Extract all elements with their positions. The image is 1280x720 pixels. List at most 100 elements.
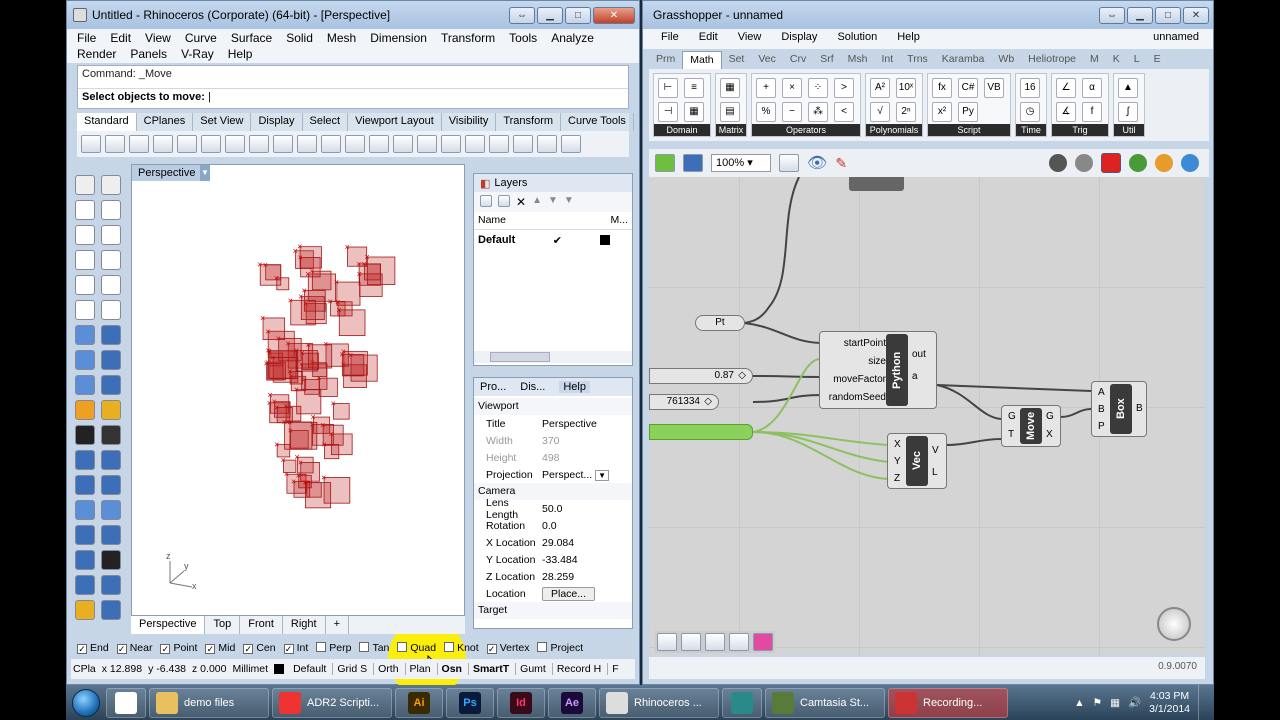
geometry-box[interactable]	[347, 246, 368, 267]
osnap-mid-checkbox[interactable]: ✓	[205, 644, 216, 654]
slider-grip-icon[interactable]: ◇	[738, 369, 746, 383]
menu-solid[interactable]: Solid	[286, 30, 313, 46]
add-icon[interactable]	[705, 633, 725, 651]
point-tool-icon[interactable]	[101, 175, 121, 195]
gh-group-label[interactable]: Trig	[1052, 124, 1108, 136]
box-tool-icon[interactable]	[75, 325, 95, 345]
menu-v-ray[interactable]: V-Ray	[181, 46, 214, 62]
gh-menu-view[interactable]: View	[738, 31, 762, 47]
gh-tab-m[interactable]: M	[1083, 51, 1106, 69]
gh-component-icon[interactable]: +	[756, 78, 776, 98]
osnap-int-checkbox[interactable]: ✓	[283, 644, 294, 654]
analyze-tool-icon[interactable]	[75, 575, 95, 595]
status-smartt[interactable]: SmartT	[467, 663, 509, 675]
gh-component-icon[interactable]: ⊣	[658, 102, 678, 122]
output-port-a[interactable]: a	[912, 366, 926, 388]
osnap-tan-checkbox[interactable]	[359, 642, 370, 652]
output-port-v[interactable]: V	[932, 440, 939, 462]
import-icon[interactable]	[177, 135, 197, 153]
gh-component-icon[interactable]: −	[782, 102, 802, 122]
gh-minimize-button[interactable]: ▁	[1127, 7, 1153, 24]
move-up-icon[interactable]: ▲	[532, 195, 542, 209]
clock[interactable]: 4:03 PM 3/1/2014	[1149, 690, 1190, 716]
input-port-size[interactable]: size	[824, 353, 886, 371]
gh-group-label[interactable]: Polynomials	[866, 124, 922, 136]
output-port-b[interactable]: B	[1136, 400, 1143, 417]
geometry-box[interactable]	[322, 424, 344, 446]
gh-component-icon[interactable]: A²	[870, 78, 890, 98]
taskbar-windows-explorer[interactable]	[106, 687, 146, 718]
geometry-box[interactable]	[300, 257, 321, 278]
gh-canvas[interactable]: Pt 0.87 ◇ 761334 ◇ startPoint size moveFacto…	[649, 177, 1205, 655]
sphere-preview-icon[interactable]	[1181, 154, 1199, 172]
menu-file[interactable]: File	[77, 30, 96, 46]
mirror-tool-icon[interactable]	[101, 500, 121, 520]
gh-tab-k[interactable]: K	[1106, 51, 1127, 69]
osnap-tan[interactable]: Tan	[359, 642, 389, 654]
gradient-tool-icon[interactable]	[753, 633, 773, 651]
geometry-box[interactable]	[262, 317, 286, 340]
gh-component-icon[interactable]: >	[834, 78, 854, 98]
sphere-tool-icon[interactable]	[101, 325, 121, 345]
gh-menu-solution[interactable]: Solution	[837, 31, 877, 47]
osnap-mid[interactable]: ✓ Mid	[205, 642, 235, 654]
gh-tab-crv[interactable]: Crv	[783, 51, 813, 69]
osnap-cen[interactable]: ✓ Cen	[243, 642, 276, 654]
rhino-titlebar[interactable]: Untitled - Rhinoceros (Corporate) (64-bi…	[67, 1, 639, 29]
offscreen-component[interactable]	[849, 177, 904, 191]
preview-shaded-icon[interactable]	[1075, 154, 1093, 172]
input-port-g[interactable]: G	[1008, 408, 1016, 426]
osnap-perp[interactable]: Perp	[316, 642, 351, 654]
toolbar-tab-visibility[interactable]: Visibility	[442, 113, 497, 131]
slider-grip-icon[interactable]: ◇	[704, 395, 712, 409]
text-tool-icon[interactable]	[101, 425, 121, 445]
pt-param-node[interactable]: Pt	[695, 315, 745, 331]
gh-group-label[interactable]: Time	[1016, 124, 1046, 136]
show-desktop-button[interactable]	[1198, 685, 1210, 720]
geometry-box[interactable]	[289, 421, 318, 450]
mesh-tool-icon[interactable]	[101, 350, 121, 370]
boolean-tool-icon[interactable]	[75, 400, 95, 420]
gh-component-icon[interactable]: 2ⁿ	[896, 102, 916, 122]
menu-mesh[interactable]: Mesh	[327, 30, 356, 46]
grid-tool-icon[interactable]	[729, 633, 749, 651]
move-down-icon[interactable]: ▼	[548, 195, 558, 209]
extrude-tool-icon[interactable]	[75, 375, 95, 395]
preview-wire-icon[interactable]	[1049, 154, 1067, 172]
taskbar-indesign[interactable]: Id	[497, 687, 545, 718]
gh-group-label[interactable]: Util	[1114, 124, 1144, 136]
osnap-project[interactable]: Project	[537, 642, 583, 654]
ellipse-tool-icon[interactable]	[75, 250, 95, 270]
input-port-z[interactable]: Z	[894, 470, 901, 487]
command-area[interactable]: Command: _Move Select objects to move: |	[77, 65, 629, 109]
osnap-int[interactable]: ✓ Int	[283, 642, 308, 654]
tray-expand-icon[interactable]: ▲	[1074, 697, 1084, 709]
network-icon[interactable]: ▦	[1110, 697, 1120, 709]
zoom-extents-icon[interactable]	[393, 135, 413, 153]
osnap-point-checkbox[interactable]: ✓	[160, 644, 171, 654]
restore-swap-button[interactable]: ⇔	[509, 7, 535, 24]
gh-component-icon[interactable]: α	[1082, 78, 1102, 98]
gh-document-name[interactable]: unnamed	[1153, 31, 1199, 43]
osnap-vertex-checkbox[interactable]: ✓	[486, 644, 497, 654]
new-layer-icon[interactable]	[480, 195, 492, 207]
arc-tool-icon[interactable]	[101, 225, 121, 245]
paste-icon[interactable]	[249, 135, 269, 153]
gh-tab-l[interactable]: L	[1127, 51, 1147, 69]
print-icon[interactable]	[153, 135, 173, 153]
zoom-window-icon[interactable]	[369, 135, 389, 153]
layers-tab[interactable]: ◧ Layers	[474, 174, 632, 192]
geometry-box[interactable]	[343, 351, 368, 376]
geometry-box[interactable]	[308, 344, 333, 369]
polygon-tool-icon[interactable]	[75, 275, 95, 295]
more-icon[interactable]	[561, 135, 581, 153]
rectangle-tool-icon[interactable]	[101, 250, 121, 270]
y-location-value[interactable]: -33.484	[538, 554, 632, 566]
car-render-icon[interactable]	[465, 135, 485, 153]
osnap-point[interactable]: ✓ Point	[160, 642, 197, 654]
loft-tool-icon[interactable]	[101, 375, 121, 395]
new-sublayer-icon[interactable]	[498, 195, 510, 207]
cylinder-tool-icon[interactable]	[75, 350, 95, 370]
gh-component-icon[interactable]: ⊢	[658, 78, 678, 98]
pan-icon[interactable]	[297, 135, 317, 153]
